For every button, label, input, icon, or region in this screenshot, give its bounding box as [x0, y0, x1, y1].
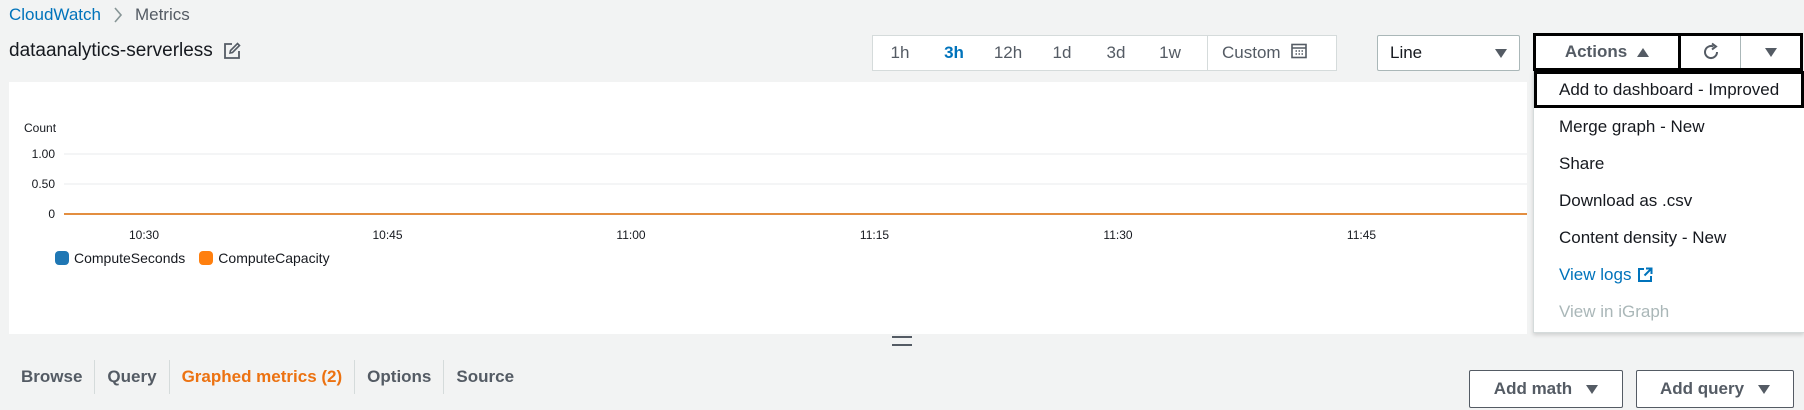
legend-item-computecapacity[interactable]: ComputeCapacity [199, 250, 330, 266]
time-range-1h[interactable]: 1h [873, 43, 927, 63]
breadcrumb-current: Metrics [134, 5, 190, 24]
menu-item-merge-graph[interactable]: Merge graph - New [1534, 108, 1804, 145]
menu-item-add-to-dashboard[interactable]: Add to dashboard - Improved [1534, 71, 1804, 108]
time-range-3h[interactable]: 3h [927, 43, 981, 63]
legend-label: ComputeCapacity [218, 250, 330, 266]
calendar-icon [1290, 43, 1307, 64]
menu-item-content-density[interactable]: Content density - New [1534, 219, 1804, 256]
x-tick-label: 11:15 [860, 228, 889, 242]
graph-type-value: Line [1390, 43, 1423, 62]
page-title: dataanalytics-serverless [9, 40, 213, 61]
y-tick-label: 0.50 [32, 177, 56, 191]
time-range-custom-label: Custom [1222, 43, 1281, 62]
add-query-button[interactable]: Add query [1636, 370, 1794, 408]
y-axis-label: Count [24, 121, 57, 135]
breadcrumb: CloudWatch Metrics [9, 4, 190, 26]
tab-browse[interactable]: Browse [9, 360, 94, 394]
metrics-tabs: Browse Query Graphed metrics (2) Options… [9, 360, 526, 394]
menu-item-share[interactable]: Share [1534, 145, 1804, 182]
add-math-label: Add math [1493, 379, 1573, 398]
legend-label: ComputeSeconds [74, 250, 186, 266]
tab-graphed-metrics[interactable]: Graphed metrics (2) [168, 360, 355, 394]
legend-swatch [55, 251, 69, 265]
legend-item-computeseconds[interactable]: ComputeSeconds [55, 250, 185, 266]
x-tick-label: 10:30 [129, 228, 159, 242]
title-row: dataanalytics-serverless [9, 40, 241, 62]
caret-up-icon [1637, 42, 1650, 62]
refresh-icon [1703, 42, 1718, 60]
add-math-button[interactable]: Add math [1469, 370, 1623, 408]
time-range-selector: 1h 3h 12h 1d 3d 1w Custom [872, 35, 1337, 71]
time-range-1w[interactable]: 1w [1143, 43, 1197, 63]
refresh-button[interactable] [1681, 36, 1740, 68]
time-range-3d[interactable]: 3d [1089, 43, 1143, 63]
y-tick-label: 0 [48, 207, 55, 221]
external-link-icon [1638, 267, 1653, 282]
metrics-chart: Count 1.00 0.50 0 10:30 10:45 11:00 11:15 11:30 1… [24, 121, 1527, 242]
refresh-options-button[interactable] [1740, 36, 1800, 68]
actions-label: Actions [1564, 42, 1628, 61]
time-range-1d[interactable]: 1d [1035, 43, 1089, 63]
menu-item-view-in-igraph: View in iGraph [1559, 301, 1670, 321]
menu-item-download-csv[interactable]: Download as .csv [1534, 182, 1804, 219]
actions-menu: Add to dashboard - Improved Merge graph … [1533, 71, 1804, 333]
caret-down-icon [1586, 384, 1599, 394]
x-tick-label: 11:30 [1103, 228, 1132, 242]
tab-source[interactable]: Source [443, 360, 526, 394]
y-tick-label: 1.00 [32, 147, 56, 161]
x-tick-label: 10:45 [372, 228, 402, 242]
breadcrumb-cloudwatch-link[interactable]: CloudWatch [9, 5, 101, 25]
tab-query[interactable]: Query [94, 360, 168, 394]
resize-handle[interactable] [892, 336, 912, 346]
x-tick-label: 11:00 [616, 228, 645, 242]
graph-type-select[interactable]: Line [1377, 35, 1520, 71]
view-logs-label: View logs [1559, 264, 1632, 284]
caret-down-icon [1764, 47, 1777, 57]
legend-swatch [199, 251, 214, 265]
chart-legend: ComputeSeconds ComputeCapacity [55, 250, 330, 266]
refresh-split-button [1681, 33, 1803, 71]
chevron-right-icon [113, 7, 123, 23]
tab-options[interactable]: Options [354, 360, 443, 394]
menu-item-view-logs[interactable]: View logs [1534, 256, 1804, 293]
graph-panel: Count 1.00 0.50 0 10:30 10:45 11:00 11:15 11:30 1… [9, 82, 1527, 334]
caret-down-icon [1495, 43, 1507, 63]
caret-down-icon [1758, 384, 1771, 394]
actions-button[interactable]: Actions [1533, 33, 1681, 71]
time-range-12h[interactable]: 12h [981, 43, 1035, 63]
time-range-custom[interactable]: Custom [1207, 36, 1307, 70]
x-tick-label: 11:45 [1347, 228, 1376, 242]
edit-icon[interactable] [223, 42, 241, 60]
add-query-label: Add query [1659, 379, 1745, 398]
